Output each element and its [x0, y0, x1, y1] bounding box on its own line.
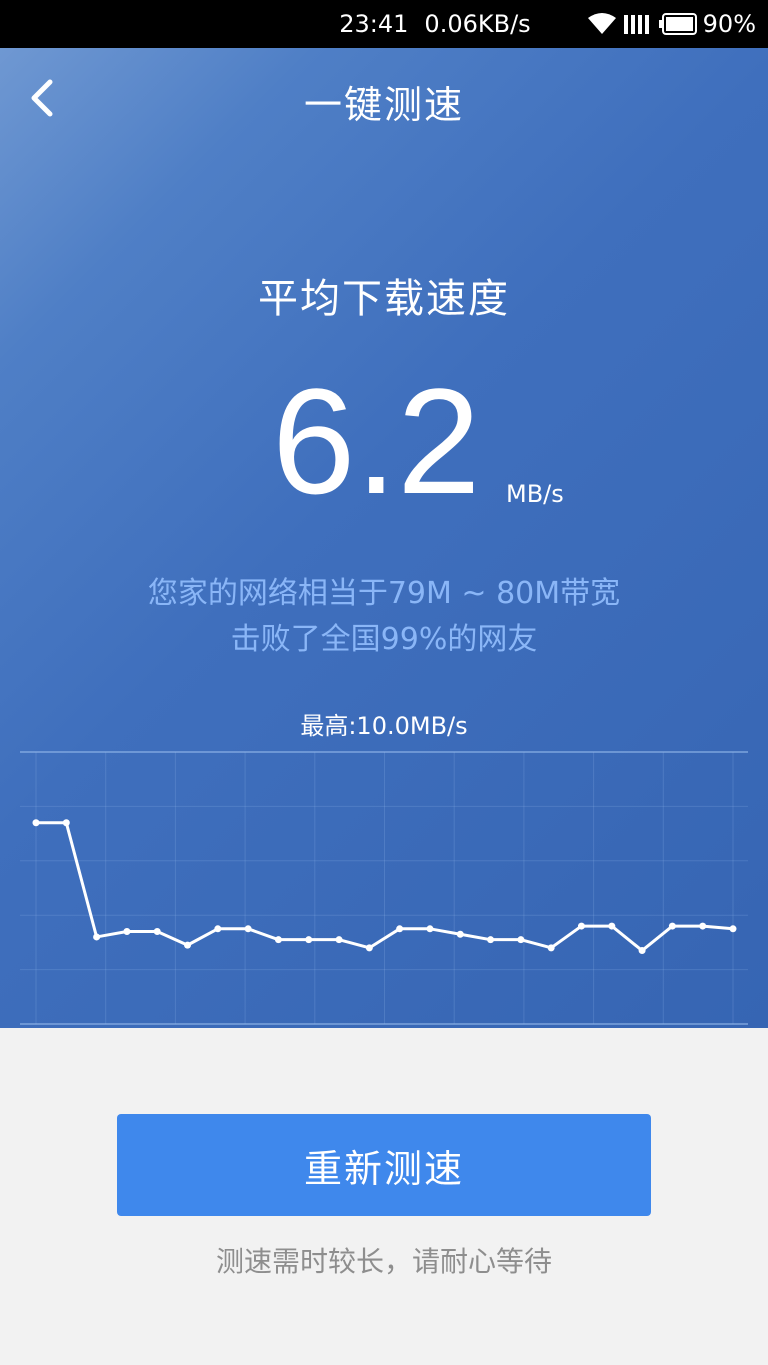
battery-percent: 90% [702, 10, 756, 38]
chart-point [274, 936, 282, 944]
status-time: 23:41 [339, 10, 409, 38]
retest-hint: 测速需时较长，请耐心等待 [215, 1245, 552, 1278]
chart-point [365, 944, 373, 952]
max-speed-label: 最高:10.0MB/s [300, 712, 468, 740]
chart-point [608, 922, 616, 930]
chart-point [487, 936, 495, 944]
average-speed-label: 平均下载速度 [258, 276, 510, 322]
chart-point [547, 944, 555, 952]
page-title: 一键测速 [303, 83, 464, 127]
rank-compare-text: 击败了全国99%的网友 [230, 622, 538, 657]
chart-point [184, 941, 192, 949]
chart-point [335, 936, 343, 944]
chart-point [123, 928, 131, 936]
chart-point [638, 947, 646, 955]
speed-value: 6.2 [272, 357, 481, 525]
chart-point [153, 928, 161, 936]
chart-point [729, 925, 737, 933]
chart-point [244, 925, 252, 933]
speed-line-chart [20, 751, 748, 1025]
chart-point [32, 819, 40, 827]
status-net-speed: 0.06KB/s [424, 10, 531, 38]
chart-point [456, 930, 464, 938]
chart-point [517, 936, 525, 944]
chart-point [214, 925, 222, 933]
chart-point [396, 925, 404, 933]
status-bar: 23:41 0.06KB/s 90% [0, 0, 768, 48]
battery-icon [658, 13, 697, 35]
chart-point [93, 933, 101, 941]
chart-point [577, 922, 585, 930]
chart-point [426, 925, 434, 933]
chart-point [668, 922, 676, 930]
bandwidth-compare-text: 您家的网络相当于79M ~ 80M带宽 [147, 576, 621, 611]
chart-point [699, 922, 707, 930]
speed-result-panel: 一键测速 平均下载速度 6.2 MB/s 您家的网络相当于79M ~ 80M带宽… [0, 48, 768, 1028]
speed-unit: MB/s [506, 480, 564, 508]
signal-icon [623, 15, 649, 34]
retest-button[interactable]: 重新测速 [117, 1114, 651, 1216]
chart-point [305, 936, 313, 944]
nav-bar: 一键测速 [0, 48, 768, 152]
chart-point [62, 819, 70, 827]
wifi-icon [587, 13, 616, 34]
